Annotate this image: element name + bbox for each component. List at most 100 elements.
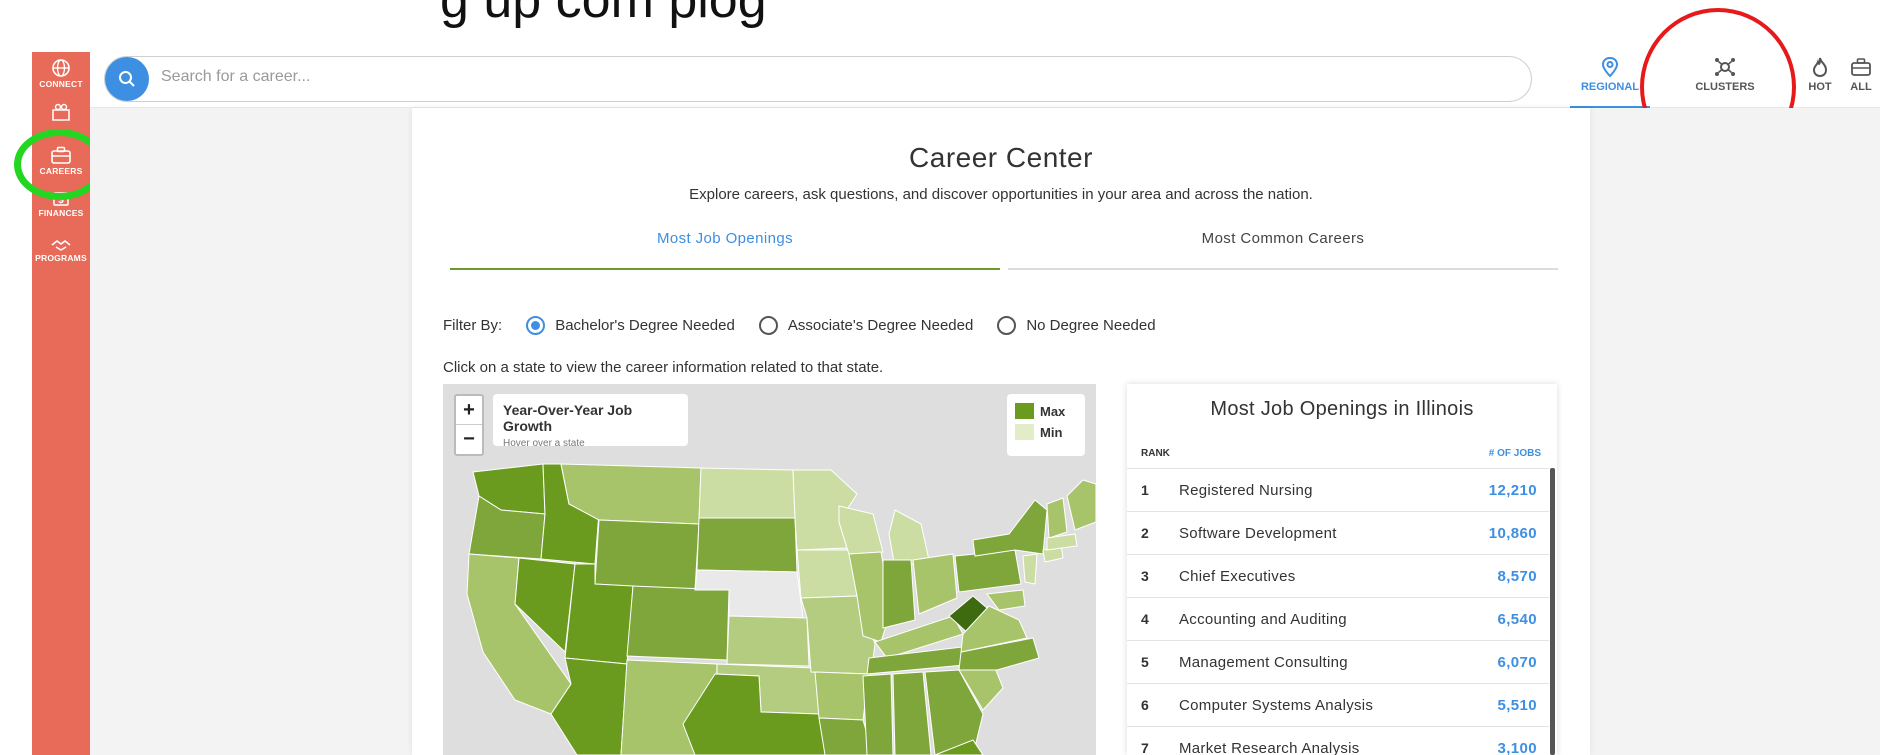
legend-label: Min xyxy=(1040,424,1063,440)
zoom-in-button[interactable]: + xyxy=(456,396,482,425)
sidebar-item-community[interactable] xyxy=(32,102,90,123)
list-item[interactable]: 6 Computer Systems Analysis 5,510 xyxy=(1127,683,1549,726)
legend-item-min: Min xyxy=(1015,424,1077,440)
list-item[interactable]: 3 Chief Executives 8,570 xyxy=(1127,554,1549,597)
rank-number: 7 xyxy=(1141,740,1149,755)
filter-bar: Filter By: Bachelor's Degree Needed Asso… xyxy=(443,316,1180,335)
tab-label: Most Job Openings xyxy=(656,230,794,247)
page-background-right xyxy=(1590,108,1880,755)
radio[interactable] xyxy=(997,316,1017,335)
map-legend: Max Min xyxy=(1007,394,1085,456)
state-nj xyxy=(1022,553,1038,585)
tab-label: REGIONAL xyxy=(1580,81,1640,93)
tab-label: Most Common Careers xyxy=(1201,230,1365,247)
column-header-jobs: # OF JOBS xyxy=(1488,448,1541,459)
page-background-left xyxy=(90,108,412,755)
zoom-control: + − xyxy=(454,394,484,456)
list-item[interactable]: 5 Management Consulting 6,070 xyxy=(1127,640,1549,683)
career-name: Computer Systems Analysis xyxy=(1179,696,1374,714)
career-name: Management Consulting xyxy=(1179,653,1348,671)
job-count: 3,100 xyxy=(1497,739,1537,755)
search-input[interactable] xyxy=(161,68,1501,86)
map-info-subtitle: Hover over a state xyxy=(503,438,585,449)
job-count: 12,210 xyxy=(1488,481,1537,499)
state-la xyxy=(818,717,874,755)
list-item[interactable]: 1 Registered Nursing 12,210 xyxy=(1127,468,1549,511)
community-icon xyxy=(52,103,70,121)
legend-label: Max xyxy=(1040,403,1066,419)
career-name: Accounting and Auditing xyxy=(1179,610,1347,628)
state-oh xyxy=(912,553,958,615)
sidebar-item-label: CONNECT xyxy=(39,79,83,89)
rank-number: 5 xyxy=(1141,654,1149,670)
filter-option-label: Associate's Degree Needed xyxy=(787,317,974,334)
top-bar: REGIONAL CLUSTERS HOT ALL xyxy=(90,52,1880,108)
radio-selected[interactable] xyxy=(526,316,546,335)
handshake-icon xyxy=(51,239,71,251)
rank-number: 4 xyxy=(1141,611,1149,627)
map-info-box: Year-Over-Year Job Growth Hover over a s… xyxy=(493,394,688,449)
map-instruction: Click on a state to view the career info… xyxy=(443,359,884,376)
sidebar-item-connect[interactable]: CONNECT xyxy=(32,58,90,89)
career-name: Chief Executives xyxy=(1179,567,1296,585)
map-info-title: Year-Over-Year Job Growth xyxy=(503,402,633,434)
job-list: 1 Registered Nursing 12,210 2 Software Deve… xyxy=(1127,468,1549,755)
filter-no-degree[interactable]: No Degree Needed xyxy=(997,316,1156,335)
state-wy xyxy=(594,519,700,591)
tab-regional[interactable]: REGIONAL xyxy=(1570,52,1650,108)
legend-item-max: Max xyxy=(1015,403,1077,419)
tab-most-common-careers[interactable]: Most Common Careers xyxy=(1008,230,1558,270)
zoom-out-button[interactable]: − xyxy=(456,425,482,454)
legend-swatch xyxy=(1015,424,1034,440)
job-count: 8,570 xyxy=(1497,567,1537,585)
state-in xyxy=(882,559,916,629)
career-name: Software Development xyxy=(1179,524,1337,542)
job-count: 6,070 xyxy=(1497,653,1537,671)
state-pa xyxy=(954,549,1022,593)
rank-number: 2 xyxy=(1141,525,1149,541)
list-item[interactable]: 4 Accounting and Auditing 6,540 xyxy=(1127,597,1549,640)
legend-swatch xyxy=(1015,403,1034,419)
page-title: Career Center xyxy=(909,142,1093,173)
tab-all[interactable]: ALL xyxy=(1842,52,1880,108)
list-item[interactable]: 2 Software Development 10,860 xyxy=(1127,511,1549,554)
flame-icon xyxy=(1812,57,1828,78)
tab-most-job-openings[interactable]: Most Job Openings xyxy=(450,230,1000,270)
search-icon xyxy=(119,71,135,87)
globe-icon xyxy=(52,59,70,77)
sidebar-item-programs[interactable]: PROGRAMS xyxy=(32,238,90,263)
state-ia xyxy=(796,549,858,599)
state-me xyxy=(1066,479,1096,531)
career-center-card: Career Center Explore careers, ask quest… xyxy=(412,108,1590,755)
filter-option-label: Bachelor's Degree Needed xyxy=(555,317,735,334)
radio[interactable] xyxy=(758,316,778,335)
state-nd xyxy=(698,467,796,519)
state-ms xyxy=(862,673,894,755)
tab-hot[interactable]: HOT xyxy=(1790,52,1850,108)
briefcase-icon xyxy=(1851,58,1871,76)
state-co xyxy=(626,585,730,661)
search-bar xyxy=(104,56,1532,102)
job-openings-panel: Most Job Openings in Illinois RANK # OF … xyxy=(1127,384,1557,755)
list-item[interactable]: 7 Market Research Analysis 3,100 xyxy=(1127,726,1549,755)
filter-option-label: No Degree Needed xyxy=(1026,317,1156,334)
sidebar-item-label: FINANCES xyxy=(38,208,84,218)
state-ks xyxy=(726,615,810,667)
filter-associates[interactable]: Associate's Degree Needed xyxy=(758,316,974,335)
us-map[interactable]: + − Year-Over-Year Job Growth Hover over… xyxy=(443,384,1096,755)
rank-number: 3 xyxy=(1141,568,1149,584)
column-header-rank: RANK xyxy=(1141,448,1170,459)
state-ar xyxy=(814,671,870,721)
state-md xyxy=(986,589,1026,611)
list-scrollbar[interactable] xyxy=(1550,468,1555,755)
state-sd xyxy=(696,517,798,573)
filter-label: Filter By: xyxy=(443,317,503,334)
career-name: Registered Nursing xyxy=(1179,481,1313,499)
sidebar-item-label: PROGRAMS xyxy=(35,253,87,263)
job-count: 5,510 xyxy=(1497,696,1537,714)
page-subtitle: Explore careers, ask questions, and disc… xyxy=(689,186,1313,203)
search-button[interactable] xyxy=(105,57,149,101)
filter-bachelors[interactable]: Bachelor's Degree Needed xyxy=(526,316,735,335)
tab-label: HOT xyxy=(1808,81,1832,93)
rank-number: 6 xyxy=(1141,697,1149,713)
